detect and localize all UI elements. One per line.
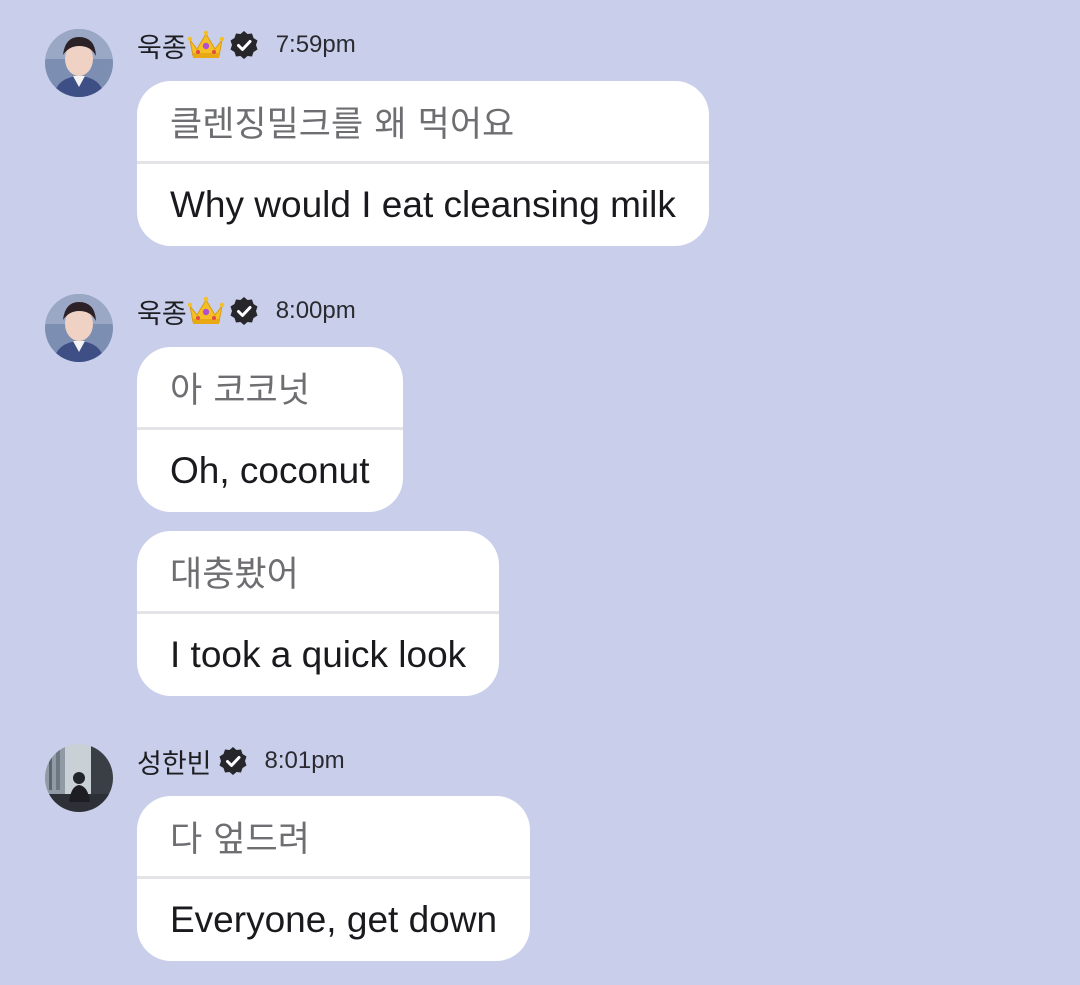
verified-badge-icon <box>218 746 248 776</box>
crown-emoji-icon <box>187 29 225 61</box>
avatar-image <box>45 294 113 362</box>
timestamp: 7:59pm <box>275 31 356 58</box>
avatar[interactable] <box>45 744 113 812</box>
message-bubble[interactable]: 대충봤어 I took a quick look <box>137 531 500 696</box>
avatar-image <box>45 744 113 812</box>
avatar[interactable] <box>45 29 113 97</box>
message-header: 욱종 7:59pm <box>137 25 356 65</box>
original-text: 클렌징밀크를 왜 먹어요 <box>137 81 709 164</box>
avatar-image <box>45 29 113 97</box>
translated-text: Everyone, get down <box>170 899 498 940</box>
translated-text: Why would I eat cleansing milk <box>170 184 676 225</box>
message-header: 욱종 8:00pm <box>137 291 356 331</box>
message-bubble[interactable]: 아 코코넛 Oh, coconut <box>137 347 403 512</box>
original-text: 아 코코넛 <box>137 347 403 430</box>
verified-badge-icon <box>229 30 259 60</box>
crown-emoji-icon <box>187 295 225 327</box>
timestamp: 8:00pm <box>275 297 356 324</box>
verified-badge-icon <box>229 296 259 326</box>
original-text: 다 엎드려 <box>137 796 531 879</box>
message-bubble[interactable]: 다 엎드려 Everyone, get down <box>137 796 531 961</box>
message-header: 성한빈 8:01pm <box>137 741 345 781</box>
sender-name[interactable]: 욱종 <box>137 26 187 65</box>
sender-name[interactable]: 성한빈 <box>137 742 212 781</box>
translated-text: Oh, coconut <box>170 450 370 491</box>
timestamp: 8:01pm <box>264 747 345 774</box>
avatar[interactable] <box>45 294 113 362</box>
message-bubble[interactable]: 클렌징밀크를 왜 먹어요 Why would I eat cleansing m… <box>137 81 709 246</box>
sender-name[interactable]: 욱종 <box>137 292 187 331</box>
original-text: 대충봤어 <box>137 531 500 614</box>
translated-text: I took a quick look <box>170 634 467 675</box>
